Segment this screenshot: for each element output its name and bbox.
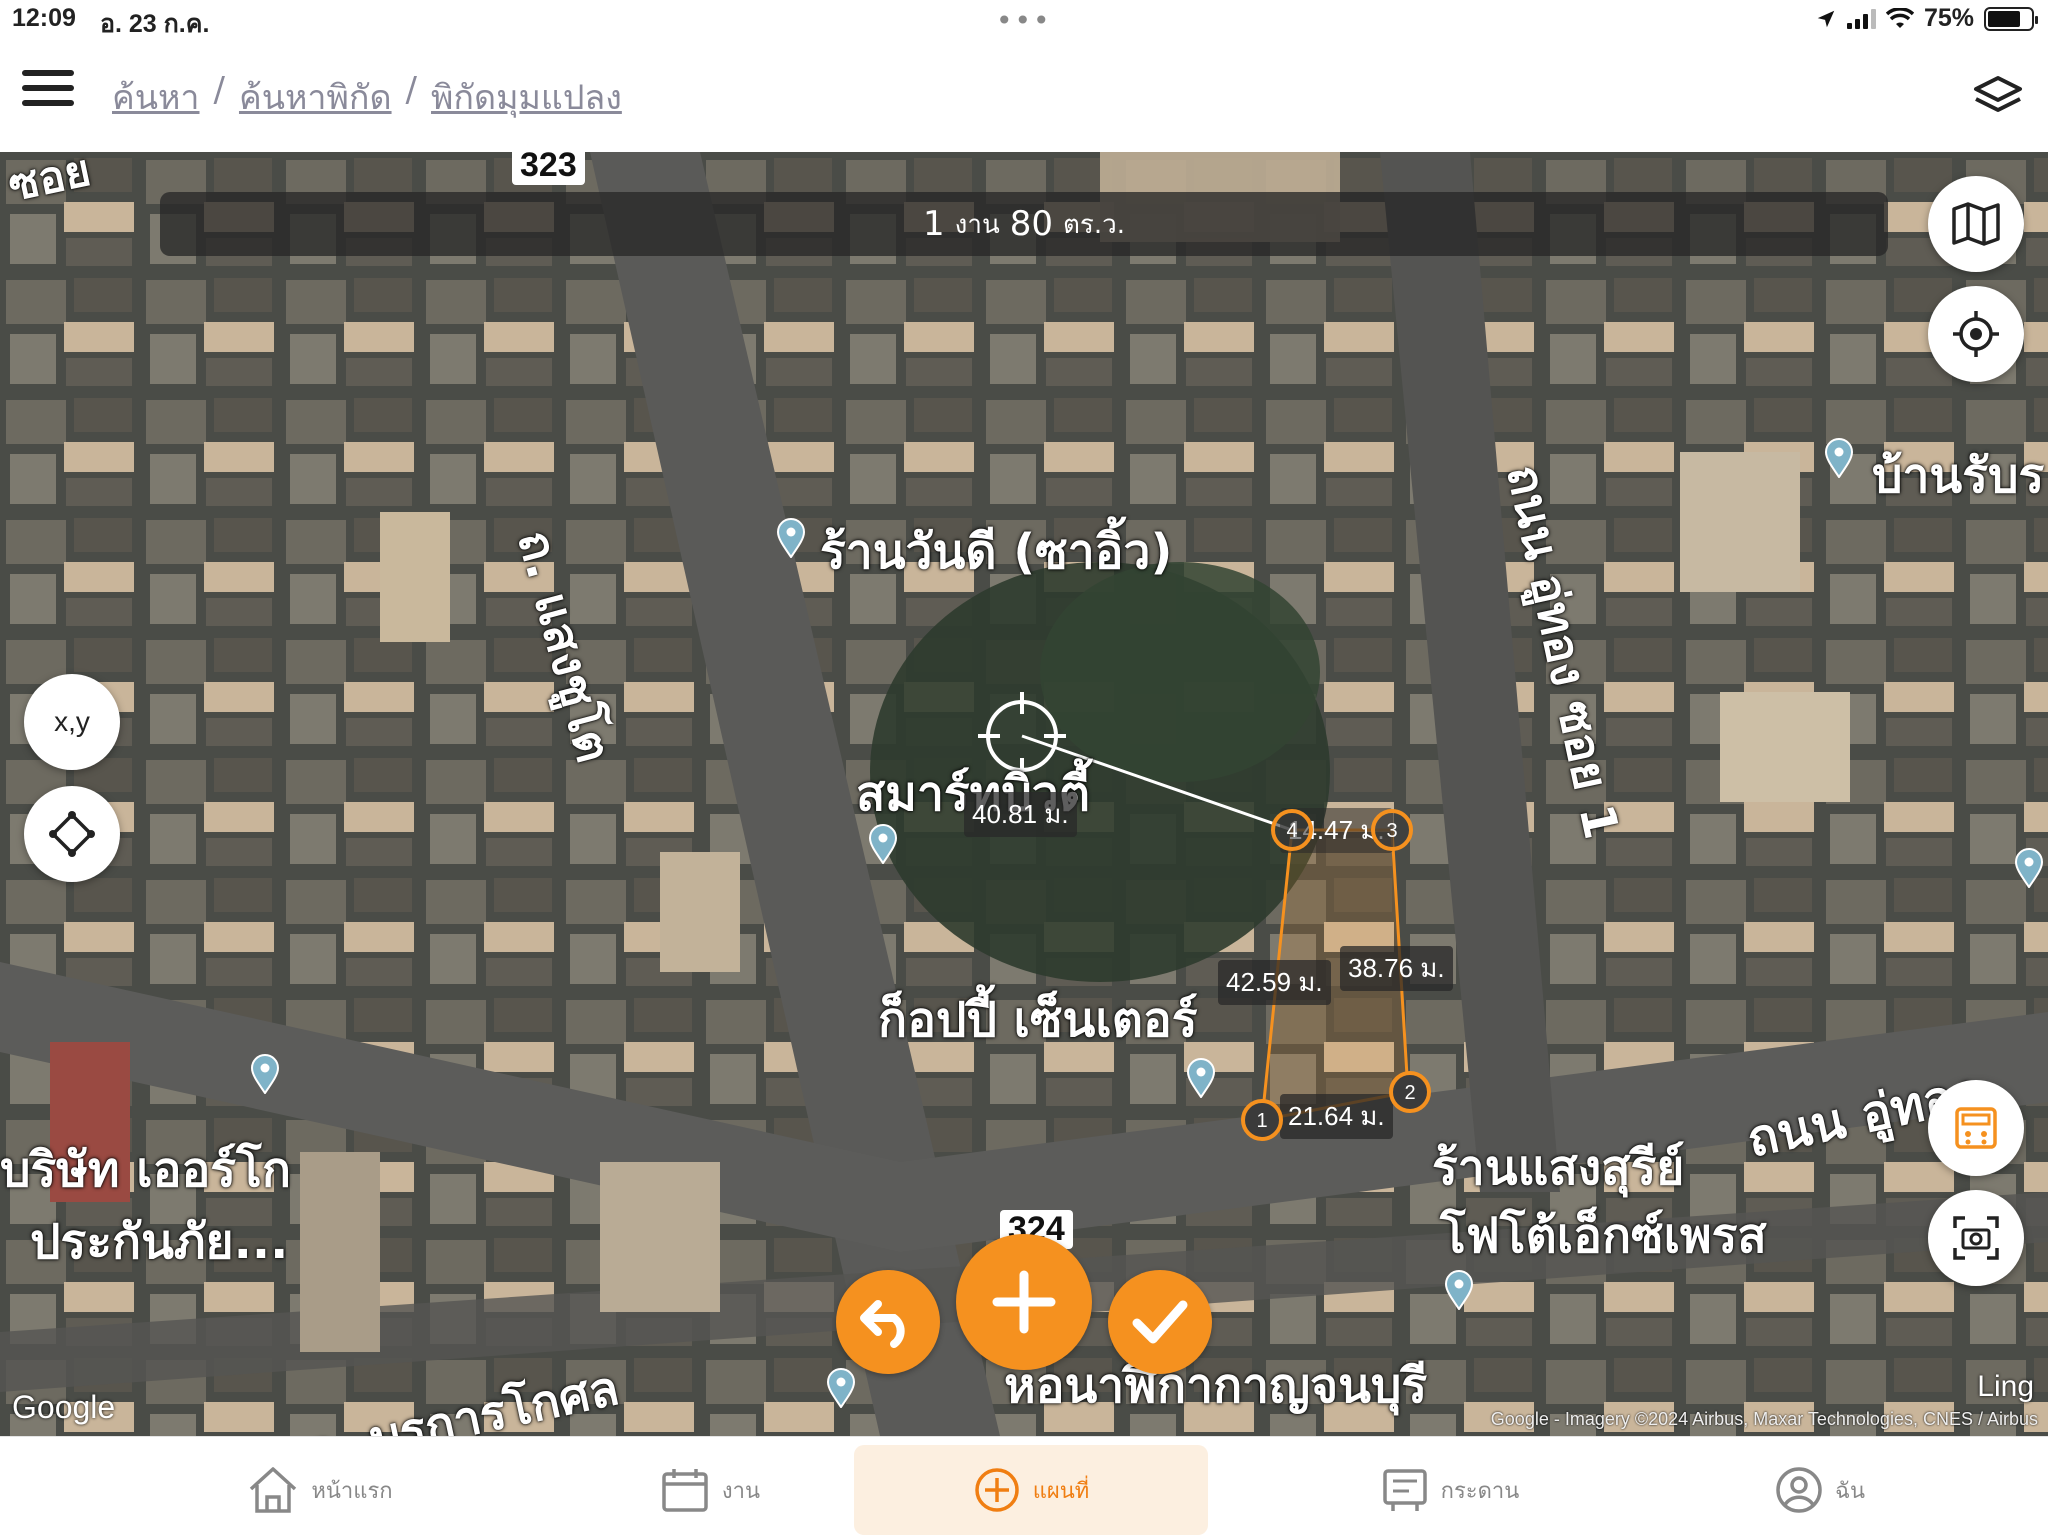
plot-vertex-2[interactable]: 2	[1388, 1070, 1432, 1114]
map-pin-icon[interactable]	[1824, 438, 1854, 478]
app-header: ค้นหา / ค้นหาพิกัด / พิกัดมุมแปลง	[0, 40, 2048, 152]
area-unit-sqwa: ตร.ว.	[1063, 209, 1125, 240]
tab-board[interactable]: กระดาน	[1320, 1445, 1580, 1535]
map-pin-icon[interactable]	[868, 824, 898, 864]
my-location-button[interactable]	[1928, 286, 2024, 382]
svg-text:3: 3	[1386, 820, 1397, 842]
hamburger-icon	[22, 70, 74, 76]
place-label[interactable]: ประกันภัย...	[30, 1204, 288, 1280]
map-pin-icon[interactable]	[1186, 1058, 1216, 1098]
edge-measurement-bottom: 21.64 ม.	[1280, 1094, 1393, 1139]
plus-icon	[992, 1270, 1056, 1334]
home-icon	[250, 1467, 297, 1513]
plot-area-summary: 1 งาน 80 ตร.ว.	[160, 192, 1888, 256]
tab-map[interactable]: แผนที่	[854, 1445, 1208, 1535]
camera-icon	[1953, 1216, 1999, 1260]
calculator-button[interactable]	[1928, 1080, 2024, 1176]
add-point-button[interactable]	[956, 1234, 1092, 1370]
cellular-signal-icon	[1846, 8, 1876, 29]
tab-profile[interactable]: ฉัน	[1690, 1445, 1950, 1535]
map-type-button[interactable]	[1928, 176, 2024, 272]
place-label[interactable]: โฟโต้เอ็กซ์เพรส	[1440, 1198, 1767, 1274]
map-pin-icon[interactable]	[250, 1054, 280, 1094]
tab-label: กระดาน	[1440, 1478, 1520, 1504]
multitask-dots[interactable]: •••	[996, 4, 1052, 37]
google-logo: Google	[12, 1389, 116, 1425]
tab-tasks[interactable]: งาน	[580, 1445, 840, 1535]
location-arrow-icon	[1817, 10, 1835, 27]
breadcrumb-search[interactable]: ค้นหา	[112, 70, 200, 124]
undo-button[interactable]	[836, 1270, 940, 1374]
svg-text:1: 1	[1256, 1110, 1267, 1132]
crosshair-location-icon	[1953, 311, 1999, 357]
svg-text:2: 2	[1404, 1082, 1415, 1104]
status-bar: 12:09 อ. 23 ก.ค. ••• 75%	[0, 0, 2048, 40]
place-label[interactable]: ร้านวันดี (ซาอิ้ว)	[820, 514, 1172, 590]
tab-label: งาน	[721, 1478, 761, 1504]
area-rai-value: 1	[923, 204, 945, 244]
breadcrumb-plot-corners[interactable]: พิกัดมุมแปลง	[431, 70, 622, 124]
tab-label: ฉัน	[1834, 1478, 1866, 1504]
undo-icon	[860, 1300, 905, 1348]
screenshot-button[interactable]	[1928, 1190, 2024, 1286]
svg-text:4: 4	[1286, 820, 1297, 842]
hamburger-line	[22, 85, 74, 91]
tab-home[interactable]: หน้าแรก	[190, 1445, 450, 1535]
place-label[interactable]: ร้านแสงสุรีย์	[1432, 1130, 1684, 1206]
breadcrumb-separator: /	[405, 70, 418, 110]
status-time: 12:09	[12, 4, 76, 32]
place-label[interactable]: ก็อปปี้ เซ็นเตอร์	[878, 982, 1198, 1058]
diamond-vertex-icon	[49, 811, 95, 857]
place-label[interactable]: บริษัท เออร์โก	[0, 1132, 291, 1208]
map-pin-icon[interactable]	[2014, 848, 2044, 888]
wifi-icon	[1885, 7, 1914, 28]
tab-label: แผนที่	[1032, 1478, 1090, 1504]
layers-icon	[1974, 76, 2022, 112]
xy-coordinate-button[interactable]: x,y	[24, 674, 120, 770]
plus-circle-icon	[974, 1468, 1019, 1512]
calendar-icon	[662, 1469, 708, 1512]
edge-measurement-right: 38.76 ม.	[1340, 946, 1453, 991]
map-attribution[interactable]: Google - Imagery ©2024 Airbus, Maxar Tec…	[1491, 1409, 2038, 1430]
plot-vertex-3[interactable]: 3	[1370, 808, 1414, 852]
area-wa-value: 80	[1009, 204, 1053, 244]
map-pin-icon[interactable]	[776, 518, 806, 558]
user-icon	[1776, 1467, 1822, 1513]
plot-vertex-1[interactable]: 1	[1240, 1098, 1284, 1142]
board-icon	[1382, 1469, 1427, 1511]
map-pin-icon[interactable]	[1444, 1270, 1474, 1310]
xy-label: x,y	[54, 706, 90, 737]
menu-button[interactable]	[22, 70, 74, 116]
map-pin-icon[interactable]	[826, 1368, 856, 1408]
edge-measurement-left: 42.59 ม.	[1218, 960, 1331, 1005]
route-shield: 323	[512, 152, 585, 185]
bottom-tab-bar: หน้าแรก งาน แผนที่ กระดาน ฉัน	[0, 1436, 2048, 1536]
place-label[interactable]: หอนาฬิกากาญจนบุรี	[1004, 1348, 1427, 1424]
status-date: อ. 23 ก.ค.	[100, 10, 210, 38]
status-indicators: 75%	[1815, 4, 2038, 33]
map-watermark: Ling	[1977, 1370, 2034, 1403]
plot-vertex-4[interactable]: 4	[1270, 808, 1314, 852]
distance-measurement: 40.81 ม.	[964, 792, 1077, 837]
battery-icon	[1984, 6, 2038, 31]
battery-percentage: 75%	[1923, 4, 1974, 32]
satellite-map[interactable]: 1 งาน 80 ตร.ว. 323 324 ซอย ถ. แสงชูโต ถน…	[0, 152, 2048, 1436]
breadcrumb: ค้นหา / ค้นหาพิกัด / พิกัดมุมแปลง	[112, 70, 622, 124]
calculator-icon	[1955, 1107, 1997, 1149]
hamburger-line	[22, 100, 74, 106]
shape-vertex-button[interactable]	[24, 786, 120, 882]
layers-button[interactable]	[1972, 72, 2024, 118]
breadcrumb-separator: /	[213, 70, 225, 110]
tab-label: หน้าแรก	[311, 1478, 393, 1504]
area-unit-ngan: งาน	[954, 209, 1000, 240]
breadcrumb-coordinate-search[interactable]: ค้นหาพิกัด	[239, 70, 392, 124]
confirm-button[interactable]	[1108, 1270, 1212, 1374]
map-icon	[1952, 202, 2000, 246]
checkmark-icon	[1132, 1300, 1188, 1344]
place-label[interactable]: บ้านรับร	[1872, 438, 2044, 514]
